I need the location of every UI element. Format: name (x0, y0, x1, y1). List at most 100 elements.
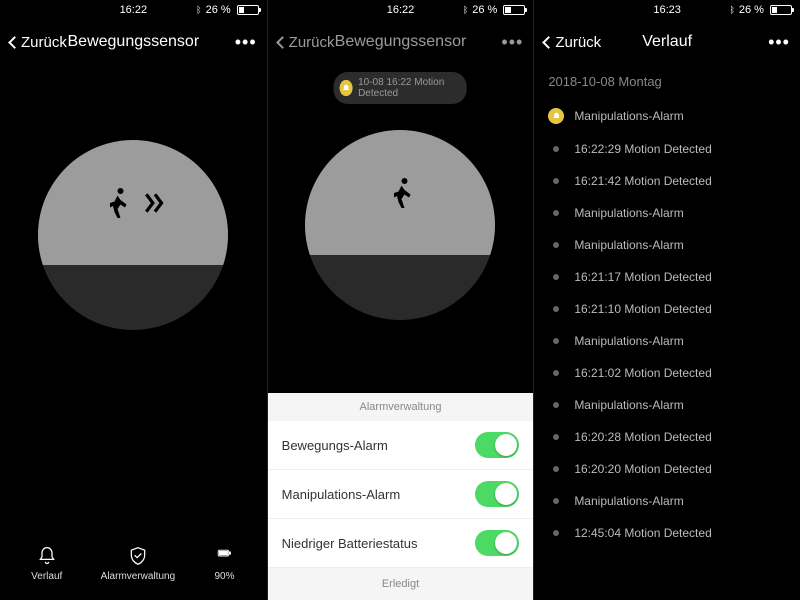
toggle-row-motion: Bewegungs-Alarm (268, 421, 534, 470)
status-time: 16:22 (387, 4, 415, 16)
shield-icon (127, 545, 149, 567)
statusbar: 16:22 ᛒ 26 % (0, 0, 267, 20)
history-item-label: Manipulations-Alarm (574, 494, 683, 508)
history-item[interactable]: Manipulations-Alarm (534, 325, 800, 357)
bluetooth-icon: ᛒ (729, 5, 734, 15)
row-label: Bewegungs-Alarm (282, 438, 388, 453)
history-item-label: 16:20:20 Motion Detected (574, 462, 711, 476)
screen-sensor-main: 16:22 ᛒ 26 % Zurück Bewegungssensor ••• (0, 0, 267, 600)
toggle-row-battery: Niedriger Batteriestatus (268, 519, 534, 568)
bullet-icon (553, 210, 559, 216)
history-item[interactable]: 16:21:10 Motion Detected (534, 293, 800, 325)
battery-icon (213, 545, 235, 567)
history-item[interactable]: 16:20:20 Motion Detected (534, 453, 800, 485)
bluetooth-icon: ᛒ (196, 5, 201, 15)
tab-battery[interactable]: 90% (213, 545, 235, 582)
runner-icon (382, 172, 418, 214)
bullet-icon (553, 274, 559, 280)
sensor-visual (305, 130, 495, 320)
battery-icon (770, 5, 792, 15)
more-button[interactable]: ••• (501, 32, 523, 53)
tab-label: Alarmverwaltung (101, 571, 175, 582)
history-item-label: Manipulations-Alarm (574, 334, 683, 348)
navbar: Zurück Bewegungssensor ••• (268, 20, 534, 64)
battery-pct: 26 % (206, 4, 231, 16)
navbar: Zurück Bewegungssensor ••• (0, 20, 267, 64)
history-item-label: 16:21:02 Motion Detected (574, 366, 711, 380)
tab-label: Verlauf (31, 571, 62, 582)
battery-icon (503, 5, 525, 15)
history-date: 2018-10-08 Montag (534, 64, 800, 99)
history-item[interactable]: 16:20:28 Motion Detected (534, 421, 800, 453)
history-item[interactable]: 16:21:17 Motion Detected (534, 261, 800, 293)
tab-label: 90% (214, 571, 234, 582)
bell-icon (340, 80, 352, 96)
history-item[interactable]: 16:21:42 Motion Detected (534, 165, 800, 197)
status-time: 16:23 (653, 4, 681, 16)
toggle-row-tamper: Manipulations-Alarm (268, 470, 534, 519)
history-item[interactable]: Manipulations-Alarm (534, 99, 800, 133)
history-item[interactable]: Manipulations-Alarm (534, 229, 800, 261)
bullet-icon (553, 242, 559, 248)
bottom-tabs: Verlauf Alarmverwaltung 90% (0, 545, 267, 582)
history-item-label: 16:21:17 Motion Detected (574, 270, 711, 284)
toggle-motion-alarm[interactable] (475, 432, 519, 458)
page-title: Bewegungssensor (68, 33, 200, 51)
page-title: Bewegungssensor (335, 33, 467, 51)
bullet-icon (553, 498, 559, 504)
chevron-left-icon (542, 36, 555, 49)
row-label: Niedriger Batteriestatus (282, 536, 418, 551)
bullet-icon (553, 402, 559, 408)
more-button[interactable]: ••• (768, 32, 790, 53)
bullet-icon (553, 434, 559, 440)
screen-history: 16:23 ᛒ 26 % Zurück Verlauf ••• 2018-10-… (533, 0, 800, 600)
bell-icon (36, 545, 58, 567)
bullet-icon (553, 178, 559, 184)
row-label: Manipulations-Alarm (282, 487, 401, 502)
history-item[interactable]: 12:45:04 Motion Detected (534, 517, 800, 549)
done-button[interactable]: Erledigt (268, 568, 534, 600)
tab-alarm-mgmt[interactable]: Alarmverwaltung (101, 545, 175, 582)
history-item-label: 16:21:10 Motion Detected (574, 302, 711, 316)
chevron-left-icon (276, 36, 289, 49)
more-button[interactable]: ••• (235, 32, 257, 53)
toast-text: 10-08 16:22 Motion Detected (358, 77, 455, 99)
back-button[interactable]: Zurück (278, 34, 335, 51)
bullet-icon (553, 306, 559, 312)
toggle-low-battery[interactable] (475, 530, 519, 556)
statusbar: 16:22 ᛒ 26 % (268, 0, 534, 20)
battery-icon (237, 5, 259, 15)
history-item[interactable]: Manipulations-Alarm (534, 197, 800, 229)
history-item-label: 16:21:42 Motion Detected (574, 174, 711, 188)
alarm-sheet: Alarmverwaltung Bewegungs-Alarm Manipula… (268, 393, 534, 600)
history-item[interactable]: Manipulations-Alarm (534, 389, 800, 421)
history-item[interactable]: 16:21:02 Motion Detected (534, 357, 800, 389)
history-item-label: Manipulations-Alarm (574, 238, 683, 252)
tab-history[interactable]: Verlauf (31, 545, 62, 582)
motion-toast[interactable]: 10-08 16:22 Motion Detected (334, 72, 467, 104)
page-title: Verlauf (642, 33, 692, 51)
motion-waves-icon (142, 190, 168, 216)
battery-pct: 26 % (739, 4, 764, 16)
history-item-label: 16:22:29 Motion Detected (574, 142, 711, 156)
bullet-icon (553, 146, 559, 152)
back-button[interactable]: Zurück (10, 34, 67, 51)
history-item[interactable]: Manipulations-Alarm (534, 485, 800, 517)
sheet-title: Alarmverwaltung (268, 393, 534, 421)
status-time: 16:22 (120, 4, 148, 16)
history-item-label: Manipulations-Alarm (574, 109, 683, 123)
toggle-tamper-alarm[interactable] (475, 481, 519, 507)
bullet-icon (553, 338, 559, 344)
screen-alarm-sheet: 16:22 ᛒ 26 % Zurück Bewegungssensor ••• … (267, 0, 534, 600)
history-item-label: Manipulations-Alarm (574, 206, 683, 220)
back-button[interactable]: Zurück (544, 34, 601, 51)
battery-pct: 26 % (472, 4, 497, 16)
runner-icon (98, 182, 134, 224)
bullet-icon (553, 370, 559, 376)
history-item[interactable]: 16:22:29 Motion Detected (534, 133, 800, 165)
history-item-label: 16:20:28 Motion Detected (574, 430, 711, 444)
statusbar: 16:23 ᛒ 26 % (534, 0, 800, 20)
history-item-label: Manipulations-Alarm (574, 398, 683, 412)
bell-icon (548, 108, 564, 124)
history-item-label: 12:45:04 Motion Detected (574, 526, 711, 540)
